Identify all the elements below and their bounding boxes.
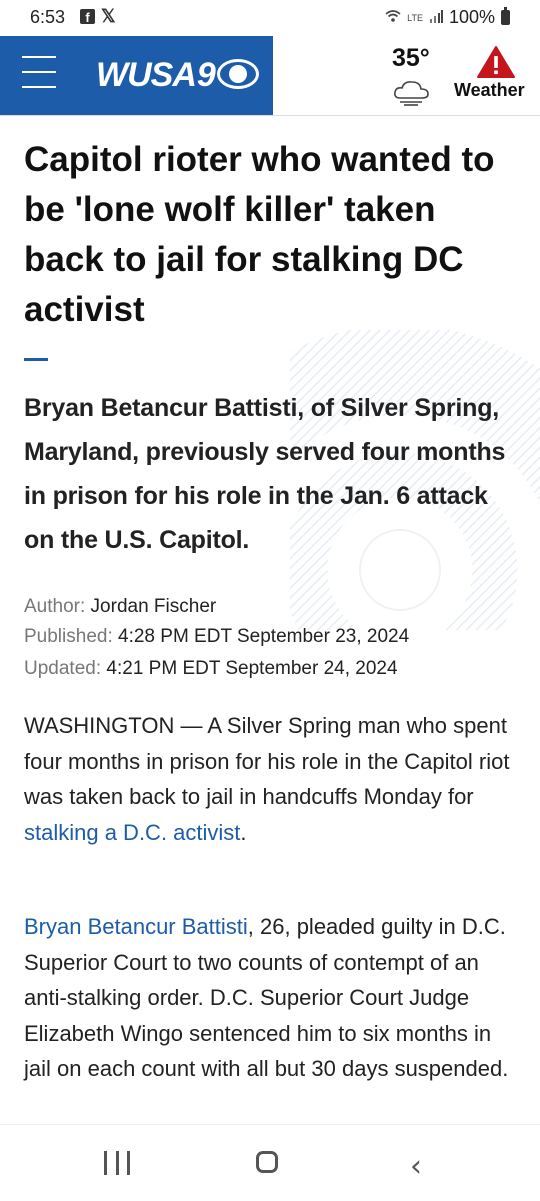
header-brand-area: WUSA 9 (0, 36, 273, 115)
recent-apps-icon[interactable] (104, 1151, 130, 1175)
published-date: Published: 4:28 PM EDT September 23, 202… (24, 622, 524, 652)
site-header: WUSA 9 35° Weather (0, 36, 540, 115)
article-paragraph-1: WASHINGTON — A Silver Spring man who spe… (24, 708, 519, 850)
cloudy-weather-icon[interactable] (392, 76, 432, 106)
paragraph-2-text: , 26, pleaded guilty in D.C. Superior Co… (24, 914, 509, 1081)
logo-digit: 9 (196, 55, 216, 94)
weather-link[interactable]: Weather (454, 80, 525, 101)
status-icons: LTE 100% (385, 7, 510, 28)
menu-icon[interactable] (22, 56, 56, 92)
article-paragraph-2: Bryan Betancur Battisti, 26, pleaded gui… (24, 909, 519, 1087)
article-headline: Capitol rioter who wanted to be 'lone wo… (24, 140, 495, 329)
updated-value: 4:21 PM EDT September 24, 2024 (106, 658, 398, 679)
facebook-icon: f (80, 9, 95, 25)
logo-text: WUSA (96, 55, 197, 94)
back-icon[interactable]: ‹ (410, 1149, 422, 1184)
weather-alert-icon[interactable] (476, 45, 516, 79)
stalking-activist-link[interactable]: stalking a D.C. activist (24, 820, 240, 845)
paragraph-1-text: WASHINGTON — A Silver Spring man who spe… (24, 713, 510, 809)
status-time: 6:53 (30, 7, 66, 27)
author-name[interactable]: Jordan Fischer (91, 596, 217, 617)
system-nav-bar: ‹ (0, 1124, 540, 1201)
site-logo[interactable]: WUSA 9 (96, 53, 261, 97)
battery-icon (501, 7, 510, 25)
status-bar: 6:53 f 𝕏 LTE 100% (0, 0, 540, 36)
article-subheadline: Bryan Betancur Battisti, of Silver Sprin… (24, 394, 506, 554)
published-value: 4:28 PM EDT September 23, 2024 (118, 626, 410, 647)
battery-level: 100% (448, 7, 495, 27)
signal-icon (429, 9, 443, 26)
published-label: Published: (24, 626, 113, 647)
author-label: Author: (24, 596, 86, 617)
header-divider (0, 115, 540, 116)
updated-label: Updated: (24, 658, 102, 679)
cbs-eye-icon (216, 59, 261, 91)
byline-author: Author: Jordan Fischer (24, 592, 524, 622)
x-icon: 𝕏 (101, 6, 116, 26)
updated-date: Updated: 4:21 PM EDT September 24, 2024 (24, 654, 524, 684)
battisti-link[interactable]: Bryan Betancur Battisti (24, 914, 248, 939)
weather-temperature[interactable]: 35° (392, 44, 430, 73)
paragraph-1-end: . (240, 819, 247, 845)
headline-accent-bar (24, 358, 48, 361)
home-icon[interactable] (256, 1151, 278, 1173)
volte-icon: LTE (407, 12, 423, 23)
wifi-icon (385, 9, 401, 26)
